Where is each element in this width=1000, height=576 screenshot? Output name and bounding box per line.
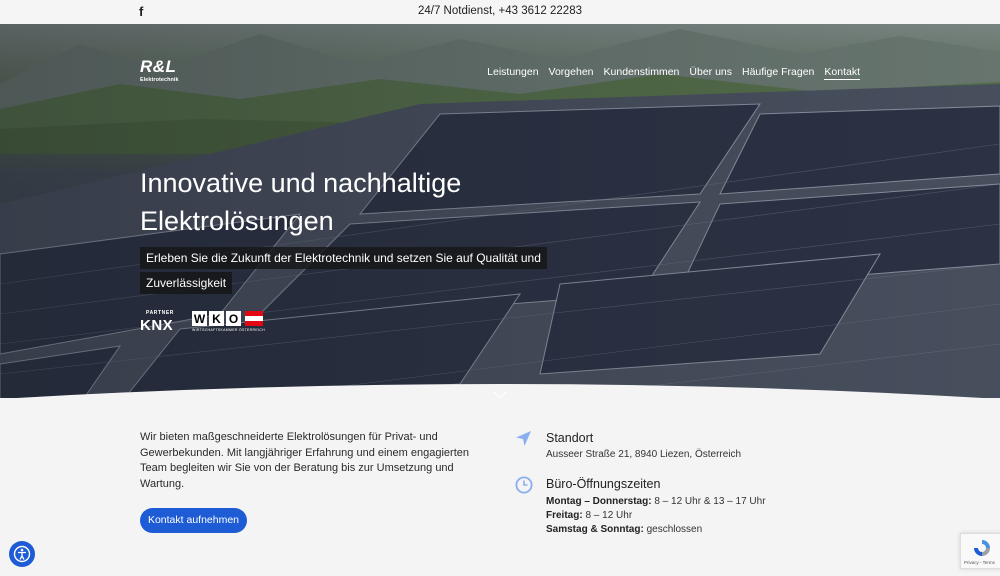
hours-row-fri: Freitag: 8 – 12 Uhr: [546, 510, 633, 521]
main-navigation: Leistungen Vorgehen Kundenstimmen Über u…: [487, 65, 860, 80]
clock-icon: [515, 476, 533, 494]
nav-item-ueber-uns[interactable]: Über uns: [689, 65, 732, 80]
nav-item-kundenstimmen[interactable]: Kundenstimmen: [604, 65, 680, 80]
knx-partner-logo: PARTNER KNX: [140, 310, 174, 334]
location-heading: Standort: [546, 431, 594, 445]
top-bar: f 24/7 Notdienst, +43 3612 22283: [0, 0, 1000, 24]
nav-item-leistungen[interactable]: Leistungen: [487, 65, 538, 80]
nav-item-kontakt[interactable]: Kontakt: [824, 65, 860, 80]
navigation-arrow-icon: [516, 431, 531, 446]
accessibility-icon: [13, 545, 31, 563]
hero-title: Innovative und nachhaltige Elektrolösung…: [140, 168, 462, 236]
emergency-service-text: 24/7 Notdienst, +43 3612 22283: [417, 5, 582, 17]
wko-logo: W K O WIRTSCHAFTSKAMMER ÖSTERREICH: [192, 311, 265, 332]
recaptcha-links[interactable]: Privacy - Terms: [964, 560, 995, 565]
recaptcha-badge[interactable]: Privacy - Terms: [960, 533, 1000, 569]
hours-row-mon-thu: Montag – Donnerstag: 8 – 12 Uhr & 13 – 1…: [546, 496, 766, 507]
hours-row-weekend: Samstag & Sonntag: geschlossen: [546, 524, 703, 535]
intro-text: Wir bieten maßgeschneiderte Elektrolösun…: [140, 431, 469, 490]
company-logo[interactable]: R&L Elektrotechnik: [140, 58, 186, 84]
accessibility-button[interactable]: [9, 541, 35, 567]
logo-mark: R&L: [140, 57, 177, 76]
hero-section: R&L Elektrotechnik Leistungen Vorgehen K…: [0, 24, 1000, 398]
nav-item-haeufige-fragen[interactable]: Häufige Fragen: [742, 65, 814, 80]
partner-badges: PARTNER KNX W K O WIRTSCHAFTSKAMMER ÖSTE…: [140, 310, 265, 334]
hero-subtitle: Erleben Sie die Zukunft der Elektrotechn…: [140, 247, 547, 294]
austria-flag: [245, 311, 263, 326]
hero-subtitle-box: Erleben Sie die Zukunft der Elektrotechn…: [140, 246, 570, 295]
recaptcha-icon: [974, 540, 990, 556]
location-address: Ausseer Straße 21, 8940 Liezen, Österrei…: [546, 449, 742, 460]
hours-heading: Büro-Öffnungszeiten: [546, 477, 661, 491]
chevron-down-icon[interactable]: [493, 390, 507, 398]
nav-item-vorgehen[interactable]: Vorgehen: [549, 65, 594, 80]
logo-subtitle: Elektrotechnik: [140, 77, 179, 83]
contact-button[interactable]: Kontakt aufnehmen: [140, 508, 247, 533]
